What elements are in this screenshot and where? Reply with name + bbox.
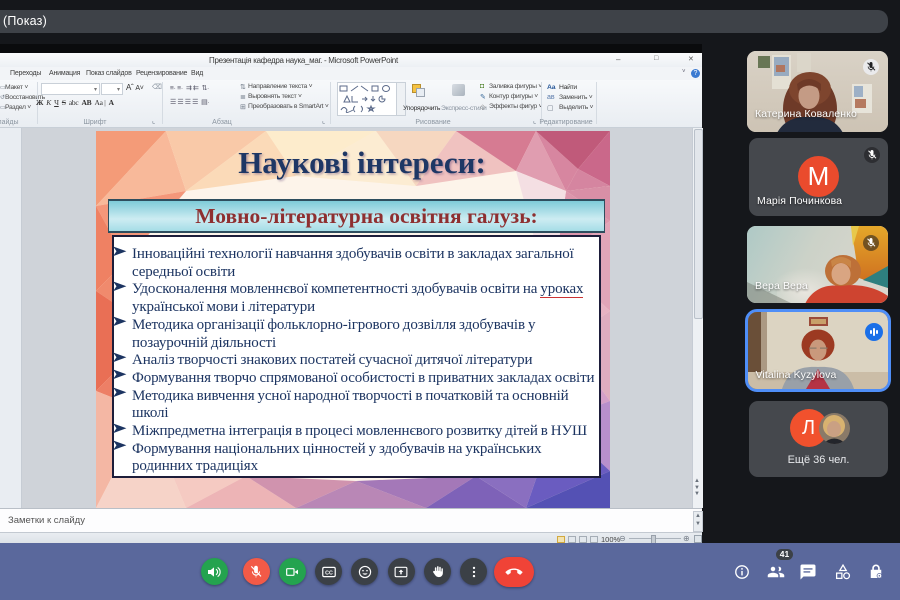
svg-text:CC: CC — [325, 570, 333, 576]
